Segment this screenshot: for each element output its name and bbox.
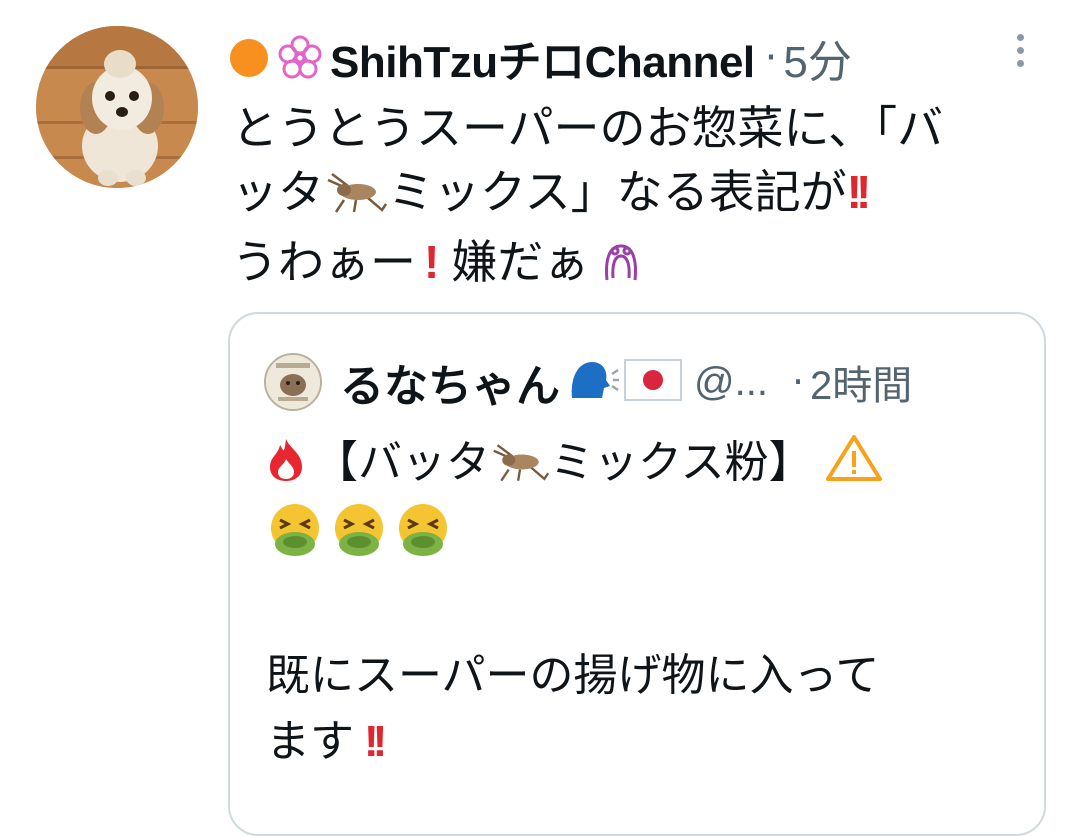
quoted-text-blank-line bbox=[266, 577, 1026, 643]
exclamation-emoji: ! bbox=[424, 236, 440, 288]
quoted-text-segment: 【バッタ bbox=[314, 438, 490, 487]
nauseated-face-emoji bbox=[394, 502, 452, 577]
double-exclamation-emoji: !! bbox=[364, 717, 387, 766]
warning-emoji bbox=[825, 433, 883, 502]
tweet-text-segment: ッタ bbox=[232, 166, 324, 218]
quoted-text-line-1: 【バッタ ミックス粉】 bbox=[266, 430, 1026, 502]
japan-flag-emoji bbox=[624, 359, 682, 405]
cricket-emoji bbox=[324, 166, 388, 230]
quoted-author-avatar[interactable] bbox=[264, 353, 322, 411]
cricket-emoji bbox=[490, 436, 550, 502]
quoted-author-handle[interactable]: @... bbox=[694, 360, 768, 405]
nauseated-face-emoji bbox=[266, 502, 324, 577]
quoted-author-display-name[interactable]: るなちゃん bbox=[340, 350, 560, 414]
quoted-tweet-header: るなちゃん @... · 2時間 bbox=[264, 352, 912, 412]
quoted-tweet-timestamp[interactable]: 2時間 bbox=[810, 353, 912, 411]
quoted-tweet[interactable]: るなちゃん @... · 2時間 【バッタ ミックス粉】 既にスーパーの揚げ物に… bbox=[228, 312, 1046, 836]
quoted-text-line-2 bbox=[266, 502, 1026, 577]
speaking-head-emoji bbox=[568, 358, 620, 406]
quoted-text-line-4: 既にスーパーの揚げ物に入って bbox=[266, 651, 880, 700]
tweet-text-segment: とうとうスーパーのお惣菜に、「バ bbox=[232, 102, 944, 154]
tweet-text-segment: うわぁー bbox=[232, 236, 416, 288]
cherry-blossom-emoji bbox=[274, 32, 326, 84]
tweet-text: とうとうスーパーのお惣菜に、「バ ッタ ミックス」なる表記が!! うわぁー! 嫌だぁ bbox=[232, 96, 1062, 300]
tweet-text-segment: 嫌だぁ bbox=[451, 236, 590, 288]
tweet-header: ShihTzuチロChannel · 5分 bbox=[230, 28, 852, 88]
tweet-text-line-1: とうとうスーパーのお惣菜に、「バ bbox=[232, 96, 1062, 160]
orange-circle-emoji bbox=[230, 39, 268, 77]
author-avatar[interactable] bbox=[36, 26, 198, 188]
quoted-text-segment: ます bbox=[266, 717, 354, 766]
dizzy-face-outline-emoji bbox=[599, 236, 643, 300]
tweet-text-segment: ミックス」なる表記が bbox=[388, 166, 847, 218]
quoted-tweet-text: 【バッタ ミックス粉】 既にスーパーの揚げ物に入って ます!! bbox=[266, 430, 1026, 775]
header-separator: · bbox=[764, 35, 778, 81]
more-options-icon[interactable] bbox=[1010, 34, 1030, 74]
tweet-timestamp[interactable]: 5分 bbox=[783, 26, 851, 90]
tweet[interactable]: ShihTzuチロChannel · 5分 とうとうスーパーのお惣菜に、「バ ッ… bbox=[0, 0, 1080, 836]
double-exclamation-emoji: !! bbox=[846, 166, 872, 218]
quoted-text-segment: ミックス粉】 bbox=[550, 438, 813, 487]
tweet-text-line-3: うわぁー! 嫌だぁ bbox=[232, 230, 1062, 300]
author-display-name[interactable]: ShihTzuチロChannel bbox=[330, 26, 755, 90]
quoted-header-separator: · bbox=[791, 360, 805, 404]
fire-emoji bbox=[266, 436, 306, 502]
nauseated-face-emoji bbox=[330, 502, 388, 577]
quoted-text-line-5: ます!! bbox=[266, 709, 1026, 775]
tweet-text-line-2: ッタ ミックス」なる表記が!! bbox=[232, 160, 1062, 230]
